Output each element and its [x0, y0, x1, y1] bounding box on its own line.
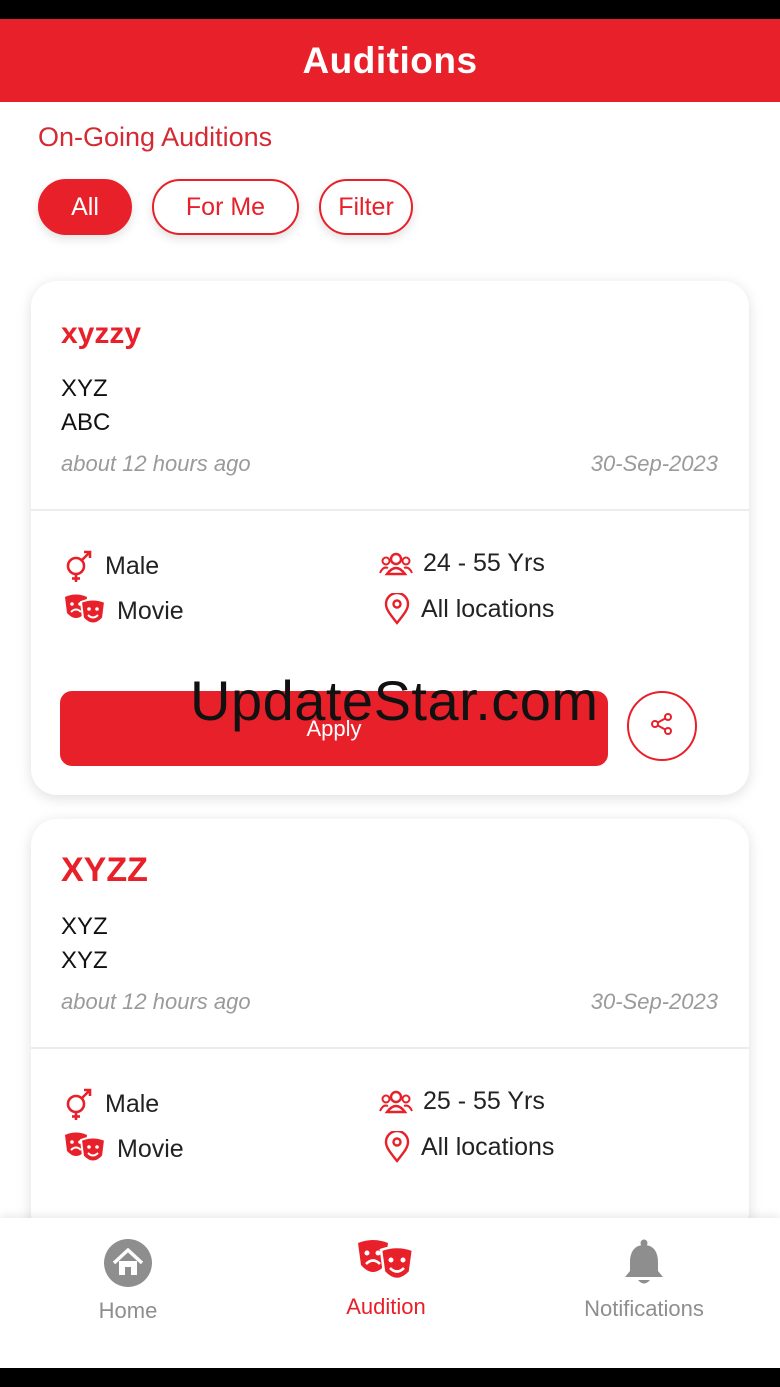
category-value: Movie: [117, 1134, 184, 1163]
nav-notifications[interactable]: Notifications: [544, 1238, 744, 1322]
age-attr: 25 - 55 Yrs: [379, 1087, 545, 1116]
chip-for-me[interactable]: For Me: [152, 179, 299, 235]
posted-time: about 12 hours ago: [61, 451, 251, 476]
theater-masks-icon: [63, 1131, 107, 1167]
location-attr: All locations: [383, 1131, 554, 1163]
audition-line-1: XYZ: [61, 913, 108, 940]
apply-button[interactable]: Apply: [60, 691, 608, 766]
nav-notifications-label: Notifications: [584, 1296, 704, 1321]
theater-masks-icon: [63, 593, 107, 629]
bottom-nav: Home Audition Notifications: [0, 1218, 780, 1368]
filter-chips: All For Me Filter: [38, 179, 413, 235]
nav-audition[interactable]: Audition: [286, 1238, 486, 1320]
audition-card[interactable]: xyzzy XYZ ABC about 12 hours ago 30-Sep-…: [31, 281, 749, 795]
bell-icon: [620, 1238, 668, 1294]
section-title: On-Going Auditions: [38, 122, 273, 152]
app-header: Auditions: [0, 19, 780, 102]
gender-value: Male: [105, 1089, 160, 1118]
page-title: Auditions: [302, 39, 478, 81]
location-pin-icon: [383, 593, 411, 625]
audition-card[interactable]: XYZZ XYZ XYZ about 12 hours ago 30-Sep-2…: [31, 819, 749, 1239]
audition-line-1: XYZ: [61, 375, 108, 402]
gender-value: Male: [105, 551, 160, 580]
people-group-icon: [379, 1089, 413, 1115]
audition-line-2: ABC: [61, 409, 111, 436]
audition-title: XYZZ: [61, 851, 148, 889]
chip-all[interactable]: All: [38, 179, 132, 235]
category-attr: Movie: [63, 1131, 184, 1167]
age-attr: 24 - 55 Yrs: [379, 549, 545, 578]
nav-audition-label: Audition: [346, 1294, 426, 1319]
category-value: Movie: [117, 596, 184, 625]
chip-filter[interactable]: Filter: [319, 179, 413, 235]
share-icon: [649, 711, 675, 742]
share-button[interactable]: [627, 691, 697, 761]
theater-masks-icon: [355, 1238, 417, 1294]
divider: [31, 1047, 749, 1049]
status-bar: [0, 0, 780, 19]
home-indicator-bar: [0, 1368, 780, 1387]
gender-icon: [63, 1087, 95, 1121]
age-range: 25 - 55 Yrs: [423, 1087, 545, 1115]
category-attr: Movie: [63, 593, 184, 629]
gender-icon: [63, 549, 95, 583]
gender-attr: Male: [63, 1087, 159, 1121]
location-value: All locations: [421, 1132, 555, 1161]
location-value: All locations: [421, 594, 555, 623]
location-attr: All locations: [383, 593, 554, 625]
home-icon: [103, 1238, 153, 1294]
location-pin-icon: [383, 1131, 411, 1163]
audition-title: xyzzy: [61, 317, 142, 350]
audition-date: 30-Sep-2023: [590, 989, 718, 1014]
audition-date: 30-Sep-2023: [590, 451, 718, 476]
nav-home-label: Home: [98, 1298, 158, 1323]
posted-time: about 12 hours ago: [61, 989, 251, 1014]
nav-home[interactable]: Home: [28, 1238, 228, 1324]
gender-attr: Male: [63, 549, 159, 583]
people-group-icon: [379, 551, 413, 577]
audition-line-2: XYZ: [61, 947, 108, 974]
divider: [31, 509, 749, 511]
age-range: 24 - 55 Yrs: [423, 549, 545, 577]
